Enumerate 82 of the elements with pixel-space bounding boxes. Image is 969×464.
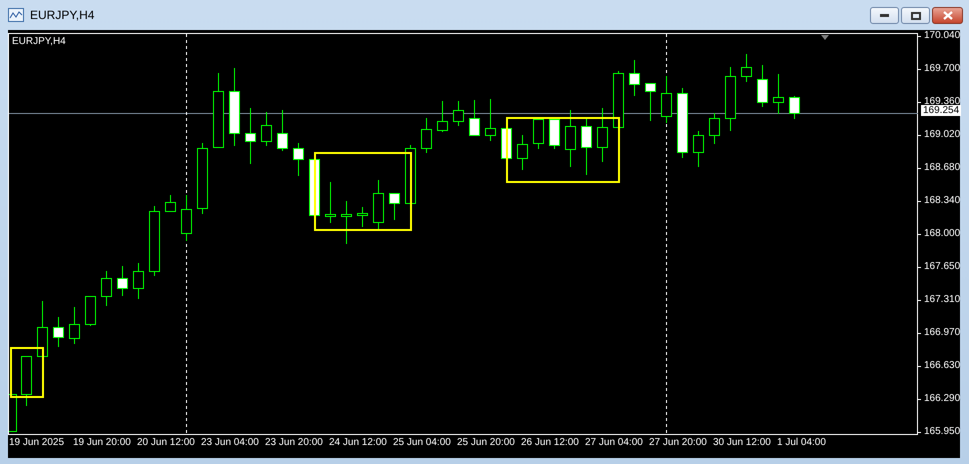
price-label: 167.310	[924, 294, 960, 306]
bearish-candlestick	[549, 118, 560, 150]
bullish-candlestick	[661, 76, 672, 124]
time-label: 25 Jun 04:00	[393, 436, 452, 450]
current-price-label: 169.254	[921, 105, 962, 116]
bearish-candlestick	[757, 64, 768, 108]
bullish-candlestick	[133, 262, 144, 300]
chart-window-icon	[8, 8, 24, 22]
price-label: 166.290	[924, 393, 960, 405]
bearish-candlestick	[789, 96, 800, 120]
bearish-candlestick	[277, 110, 288, 152]
price-label: 166.630	[924, 360, 960, 372]
time-label: 27 Jun 20:00	[649, 436, 708, 450]
bearish-candlestick	[117, 266, 128, 296]
price-label: 168.000	[924, 228, 960, 240]
bullish-candlestick	[517, 134, 528, 170]
bullish-candlestick	[261, 112, 272, 146]
bullish-candlestick	[149, 206, 160, 276]
restore-icon	[910, 12, 920, 20]
bullish-candlestick	[725, 66, 736, 132]
bullish-candlestick	[437, 100, 448, 132]
price-label: 169.020	[924, 129, 960, 141]
bullish-candlestick	[613, 70, 624, 128]
time-label: 1 Jul 04:00	[777, 436, 827, 450]
time-label: 26 Jun 12:00	[521, 436, 580, 450]
bullish-candlestick	[773, 74, 784, 114]
bullish-candlestick	[21, 356, 32, 406]
triangle-marker-icon	[821, 35, 829, 40]
price-label: 168.680	[924, 162, 960, 174]
bullish-candlestick	[325, 182, 336, 224]
time-label: 25 Jun 20:00	[457, 436, 516, 450]
bearish-candlestick	[629, 60, 640, 96]
time-label: 24 Jun 12:00	[329, 436, 388, 450]
bullish-candlestick	[421, 118, 432, 154]
bearish-candlestick	[677, 88, 688, 158]
bullish-candlestick	[485, 98, 496, 142]
highlight-rectangle	[10, 347, 44, 398]
price-label: 166.970	[924, 327, 960, 339]
time-label: 20 Jun 12:00	[137, 436, 196, 450]
time-label: 23 Jun 20:00	[265, 436, 324, 450]
close-icon	[942, 11, 952, 20]
price-label: 168.340	[924, 195, 960, 207]
bullish-candlestick	[69, 306, 80, 344]
bearish-candlestick	[53, 316, 64, 348]
bullish-candlestick	[341, 200, 352, 244]
minimize-icon	[880, 14, 889, 17]
bullish-candlestick	[565, 110, 576, 168]
bullish-candlestick	[85, 296, 96, 326]
time-label: 19 Jun 20:00	[73, 436, 132, 450]
bullish-candlestick	[741, 54, 752, 82]
bearish-candlestick	[389, 192, 400, 220]
price-label: 167.650	[924, 261, 960, 273]
price-label: 169.700	[924, 63, 960, 75]
time-label: 19 Jun 2025	[9, 436, 66, 450]
bullish-candlestick	[101, 270, 112, 306]
minimize-button[interactable]	[870, 7, 899, 24]
bearish-candlestick	[581, 116, 592, 176]
symbol-label: EURJPY,H4	[12, 36, 66, 47]
restore-button[interactable]	[901, 7, 930, 24]
bullish-candlestick	[597, 108, 608, 162]
bullish-candlestick	[693, 130, 704, 168]
bearish-candlestick	[293, 142, 304, 176]
price-label: 170.040	[924, 30, 960, 42]
price-label: 165.950	[924, 426, 960, 438]
bullish-candlestick	[709, 112, 720, 144]
bearish-candlestick	[469, 100, 480, 136]
close-button[interactable]	[932, 7, 963, 24]
time-label: 27 Jun 04:00	[585, 436, 644, 450]
bullish-candlestick	[165, 194, 176, 212]
price-label: 169.360	[924, 96, 960, 107]
bullish-candlestick	[373, 180, 384, 232]
bullish-candlestick	[533, 118, 544, 150]
bearish-candlestick	[245, 108, 256, 164]
bullish-candlestick	[37, 300, 48, 360]
time-label: 23 Jun 04:00	[201, 436, 260, 450]
window-title: EURJPY,H4	[30, 8, 96, 22]
bullish-candlestick	[357, 206, 368, 228]
bullish-candlestick	[197, 142, 208, 214]
bearish-candlestick	[645, 82, 656, 122]
bullish-candlestick	[181, 194, 192, 242]
time-label: 30 Jun 12:00	[713, 436, 772, 450]
bullish-candlestick	[453, 100, 464, 126]
